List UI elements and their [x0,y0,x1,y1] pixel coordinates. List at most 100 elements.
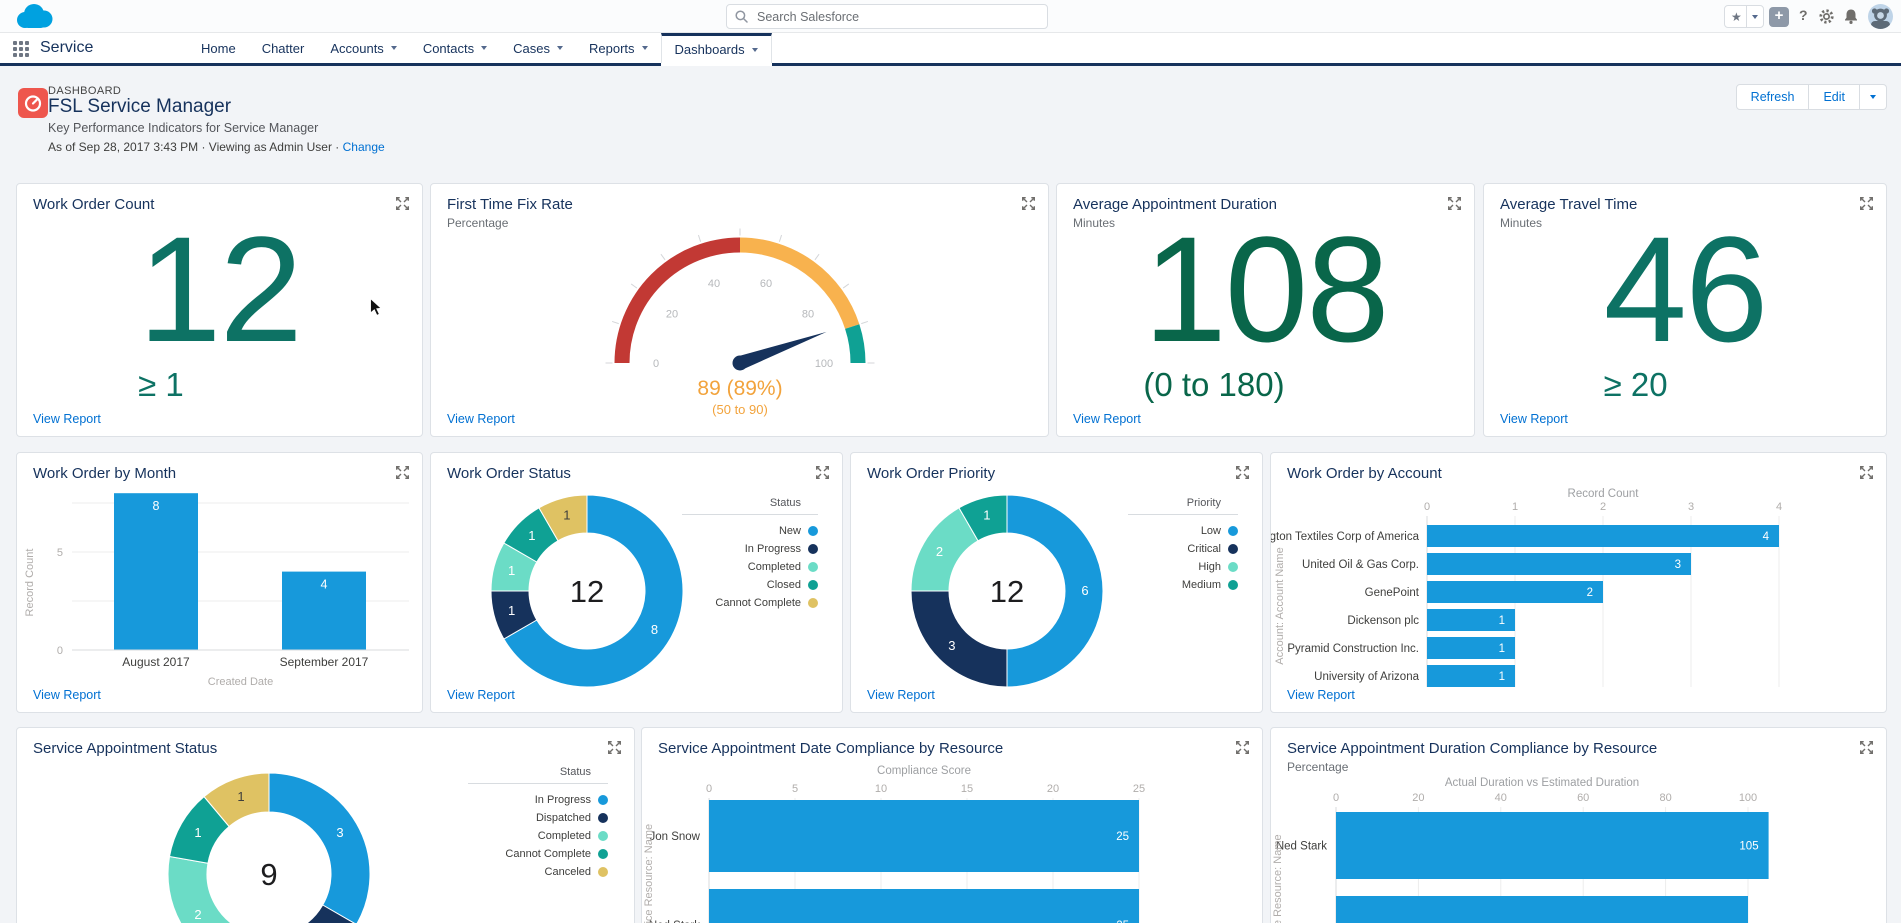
bar [1427,581,1603,603]
card-service-appointment-status: Service Appointment Status 322119 Status… [16,727,635,923]
expand-icon[interactable] [1020,196,1036,212]
change-link[interactable]: Change [343,140,385,154]
view-report-link[interactable]: View Report [447,412,515,426]
chart-legend: Priority Low Critical HighMedium [1128,497,1238,594]
donut-chart[interactable]: 632112 [867,487,1157,693]
salesforce-logo-icon[interactable] [14,3,54,30]
legend-item[interactable]: Cannot Complete [468,845,608,863]
legend-dot [1228,526,1238,536]
legend-item[interactable]: In Progress [468,791,608,809]
card-title: First Time Fix Rate [447,196,1008,213]
expand-icon[interactable] [1234,465,1250,481]
mouse-cursor [370,298,383,317]
x-axis-title: Actual Duration vs Estimated Duration [1445,777,1639,789]
expand-icon[interactable] [1858,196,1874,212]
x-tick-label: 40 [1495,792,1507,804]
app-launcher-icon[interactable] [13,41,29,57]
legend-item[interactable]: Low [1128,522,1238,540]
user-avatar[interactable] [1868,4,1893,29]
legend-item[interactable]: Canceled [468,863,608,881]
chevron-down-icon[interactable] [1752,15,1758,19]
horizontal-bar-chart[interactable]: Compliance Score051015202525Jon Snow25Ne… [642,758,1264,923]
search-input[interactable] [726,4,1048,29]
dashboard-actions: Refresh Edit [1736,84,1887,110]
horizontal-bar-chart[interactable]: Record Count012344Burlington Textiles Co… [1271,483,1887,697]
bar-value-label: 4 [321,578,328,592]
expand-icon[interactable] [394,465,410,481]
more-actions-button[interactable] [1860,84,1887,110]
view-report-link[interactable]: View Report [867,688,935,702]
setup-gear-icon[interactable] [1818,8,1835,25]
card-title: Work Order by Month [33,465,382,482]
view-report-link[interactable]: View Report [1073,412,1141,426]
expand-icon[interactable] [1858,465,1874,481]
bar-value-label: 1 [1499,615,1505,627]
expand-icon[interactable] [814,465,830,481]
expand-icon[interactable] [606,740,622,756]
view-report-link[interactable]: View Report [1287,688,1355,702]
expand-icon[interactable] [1858,740,1874,756]
legend-dot [808,544,818,554]
tab-dashboards[interactable]: Dashboards [661,33,772,63]
legend-item[interactable]: Cannot Complete [682,594,818,612]
legend-item[interactable]: Medium [1128,576,1238,594]
donut-chart[interactable]: 322119 [33,758,513,923]
edit-button[interactable]: Edit [1809,84,1860,110]
legend-title: Priority [1128,497,1238,515]
expand-icon[interactable] [1446,196,1462,212]
x-tick-label: 5 [792,783,798,795]
favorite-star-icon[interactable]: ★ [1725,10,1746,24]
horizontal-bar-chart[interactable]: Actual Duration vs Estimated Duration020… [1271,774,1888,923]
help-icon[interactable]: ? [1799,7,1808,23]
legend-item[interactable]: In Progress [682,540,818,558]
legend-item[interactable]: High [1128,558,1238,576]
gauge-chart[interactable]: 02040608010089 (89%)(50 to 90) [445,228,1035,428]
refresh-button[interactable]: Refresh [1736,84,1810,110]
notifications-bell-icon[interactable] [1843,8,1859,25]
slice-value-label: 1 [563,508,570,523]
x-tick-label: 20 [1047,783,1059,795]
y-category-label: Pyramid Construction Inc. [1287,643,1419,655]
view-report-link[interactable]: View Report [1500,412,1568,426]
tab-home[interactable]: Home [188,33,249,63]
legend-item[interactable]: Closed [682,576,818,594]
card-title: Work Order Status [447,465,802,482]
card-work-order-count: Work Order Count 12 ≥ 1 View Report [16,183,423,437]
expand-icon[interactable] [394,196,410,212]
global-header: ★ + ? [0,0,1901,33]
slice-value-label: 1 [194,825,201,840]
y-category-label: United Oil & Gas Corp. [1302,559,1419,571]
x-category-label: August 2017 [122,655,190,669]
slice-value-label: 3 [336,825,343,840]
legend-item[interactable]: Completed [682,558,818,576]
favorites-control[interactable]: ★ [1724,5,1764,28]
y-axis-title: Record Count [24,549,36,617]
view-report-link[interactable]: View Report [33,412,101,426]
legend-dot [598,831,608,841]
legend-item[interactable]: Completed [468,827,608,845]
gauge-segment [622,245,740,363]
bar [1427,525,1779,547]
expand-icon[interactable] [1234,740,1250,756]
metric-widget: 12 ≥ 1 [17,214,422,404]
tab-accounts[interactable]: Accounts [317,33,409,63]
bar-value-label: 1 [1499,671,1505,683]
legend-item[interactable]: New [682,522,818,540]
gauge-tick-label: 80 [802,309,814,321]
card-subtitle: Percentage [1287,760,1348,774]
view-report-link[interactable]: View Report [33,688,101,702]
legend-label: Critical [1187,543,1221,555]
tab-contacts[interactable]: Contacts [410,33,500,63]
legend-item[interactable]: Dispatched [468,809,608,827]
view-report-link[interactable]: View Report [447,688,515,702]
bar-chart[interactable]: 058August 20174September 2017Created Dat… [17,487,424,697]
tab-reports[interactable]: Reports [576,33,661,63]
donut-slice [168,856,248,923]
slice-value-label: 3 [948,638,955,653]
legend-item[interactable]: Critical [1128,540,1238,558]
add-icon[interactable]: + [1769,7,1789,27]
bar [709,889,1139,923]
card-work-order-priority: Work Order Priority 632112 Priority LowC… [850,452,1263,713]
tab-cases[interactable]: Cases [500,33,576,63]
tab-chatter[interactable]: Chatter [249,33,318,63]
